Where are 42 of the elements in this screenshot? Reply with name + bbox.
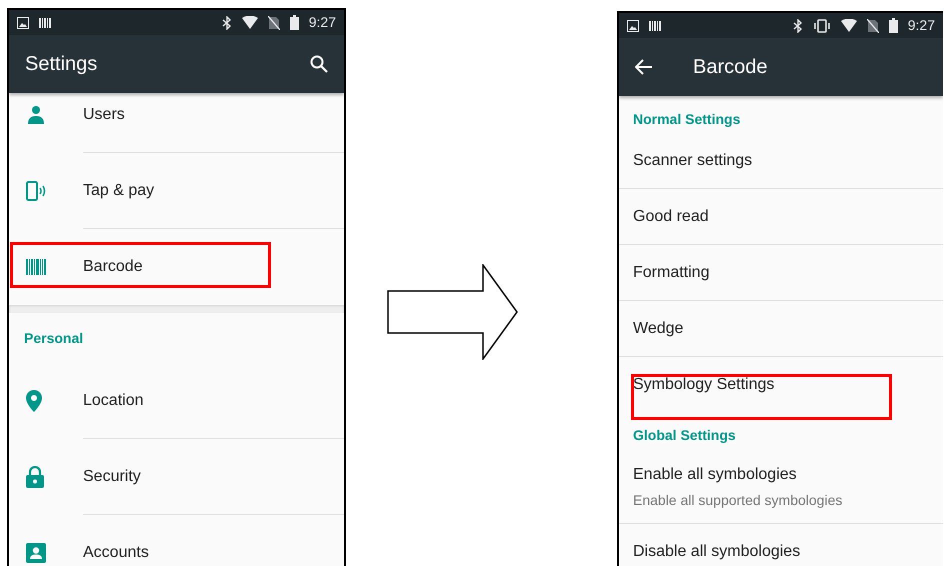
section-header: Personal bbox=[24, 328, 84, 348]
barcode-icon bbox=[39, 18, 51, 28]
image-icon bbox=[17, 16, 29, 28]
search-icon[interactable] bbox=[310, 55, 328, 73]
status-time: 9:27 bbox=[308, 13, 336, 32]
barcode-icon bbox=[26, 259, 46, 275]
section-header: Global Settings bbox=[633, 426, 736, 445]
settings-item[interactable]: Security bbox=[83, 465, 141, 489]
settings-item[interactable]: Formatting bbox=[633, 261, 710, 285]
vibrate-icon bbox=[812, 18, 831, 32]
location-pin-icon bbox=[26, 390, 42, 412]
back-arrow-icon[interactable] bbox=[635, 59, 653, 75]
settings-item[interactable]: Wedge bbox=[633, 317, 684, 341]
phone-waves-icon bbox=[26, 181, 48, 201]
settings-item[interactable]: Scanner settings bbox=[633, 149, 752, 173]
wifi-icon bbox=[840, 19, 857, 32]
battery-icon bbox=[888, 18, 898, 33]
settings-item[interactable]: Good read bbox=[633, 205, 709, 229]
person-icon bbox=[26, 105, 46, 125]
screen-title: Barcode bbox=[693, 55, 768, 80]
settings-item[interactable]: Tap & pay bbox=[83, 179, 154, 203]
no-sim-icon bbox=[866, 18, 879, 32]
settings-item[interactable]: Enable all symbologies bbox=[633, 463, 929, 487]
section-header: Normal Settings bbox=[633, 110, 740, 129]
no-sim-icon bbox=[268, 16, 280, 30]
barcode-icon bbox=[649, 20, 661, 30]
status-time: 9:27 bbox=[908, 16, 935, 35]
battery-icon bbox=[290, 15, 299, 30]
settings-item[interactable]: Barcode bbox=[83, 255, 143, 279]
account-box-icon bbox=[26, 543, 46, 563]
settings-item[interactable]: Disable all symbologies bbox=[633, 540, 800, 564]
lock-icon bbox=[26, 466, 44, 488]
wifi-icon bbox=[242, 16, 258, 29]
settings-item[interactable]: Symbology Settings bbox=[633, 373, 774, 397]
screen-title: Settings bbox=[25, 52, 98, 77]
bluetooth-icon bbox=[222, 16, 232, 30]
settings-item[interactable]: Accounts bbox=[83, 541, 149, 565]
item-summary: Enable all supported symbologies bbox=[633, 491, 844, 510]
settings-item[interactable]: Location bbox=[83, 389, 144, 413]
image-icon bbox=[627, 20, 639, 32]
settings-item[interactable]: Users bbox=[83, 103, 125, 127]
bluetooth-icon bbox=[792, 18, 803, 32]
